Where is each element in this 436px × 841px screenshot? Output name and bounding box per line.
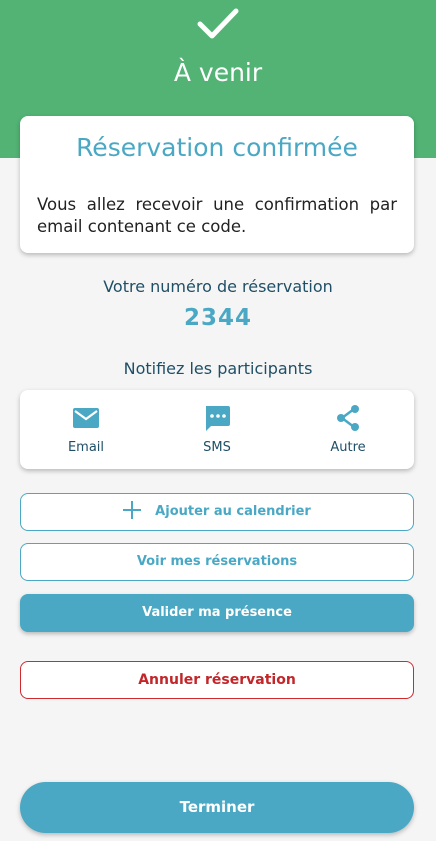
- confirmation-title: Réservation confirmée: [76, 133, 358, 162]
- page-title: À venir: [173, 58, 263, 87]
- validate-presence-button[interactable]: Valider ma présence: [20, 594, 414, 632]
- check-icon: [197, 8, 239, 39]
- view-reservations-button[interactable]: Voir mes réservations: [20, 543, 414, 581]
- confirmation-message: Vous allez recevoir une confirmation par…: [37, 195, 397, 236]
- booking-number: 2344: [183, 305, 252, 331]
- email-icon: [73, 408, 99, 428]
- share-icon: [337, 405, 359, 431]
- notify-other-button[interactable]: Autre: [293, 390, 403, 469]
- notify-email-label: Email: [67, 440, 105, 455]
- add-to-calendar-label: Ajouter au calendrier: [155, 504, 311, 519]
- plus-icon: [123, 500, 142, 519]
- cancel-reservation-button[interactable]: Annuler réservation: [20, 661, 414, 699]
- sms-icon: [206, 406, 230, 431]
- notify-options-card: Email SMS Autre: [20, 390, 414, 469]
- add-to-calendar-button[interactable]: Ajouter au calendrier: [20, 493, 414, 531]
- booking-number-label: Votre numéro de réservation: [103, 277, 333, 296]
- confirmation-card: Réservation confirmée Vous allez recevoi…: [20, 116, 414, 253]
- notify-sms-label: SMS: [203, 440, 231, 455]
- notify-participants-label: Notifiez les participants: [123, 359, 313, 378]
- notify-other-label: Autre: [330, 440, 366, 455]
- finish-button[interactable]: Terminer: [20, 782, 414, 833]
- notify-email-button[interactable]: Email: [31, 390, 141, 469]
- notify-sms-button[interactable]: SMS: [162, 390, 272, 469]
